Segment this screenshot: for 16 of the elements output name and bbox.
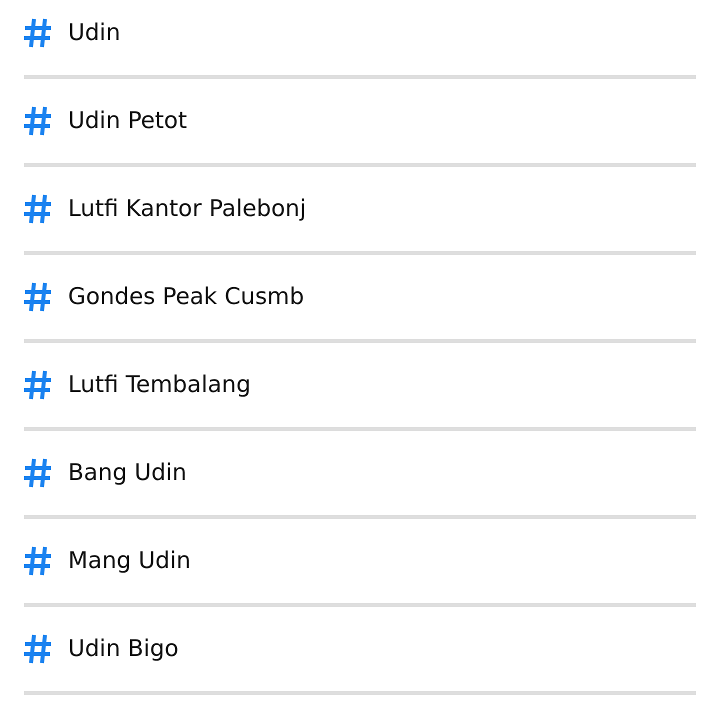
hashtag-label[interactable]: Udin: [68, 16, 120, 50]
hashtag-label[interactable]: Lutfi Kantor Palebonj: [68, 192, 306, 226]
hashtag-label[interactable]: Udin Petot: [68, 104, 188, 138]
hashtag-icon: [24, 106, 52, 136]
hashtag-icon: [24, 370, 52, 400]
hashtag-label[interactable]: Udin Bigo: [68, 632, 179, 666]
hashtag-icon: [24, 18, 52, 48]
hashtag-label[interactable]: Bang Udin: [68, 456, 187, 490]
hashtag-icon: [24, 546, 52, 576]
hashtag-label[interactable]: Gondes Peak Cusmb: [68, 280, 304, 314]
hashtag-icon: [24, 458, 52, 488]
hashtag-label[interactable]: Mang Udin: [68, 544, 191, 578]
hashtag-label[interactable]: Lutfi Tembalang: [68, 368, 251, 402]
hashtag-icon: [24, 282, 52, 312]
hashtag-icon: [24, 634, 52, 664]
hashtag-icon: [24, 194, 52, 224]
